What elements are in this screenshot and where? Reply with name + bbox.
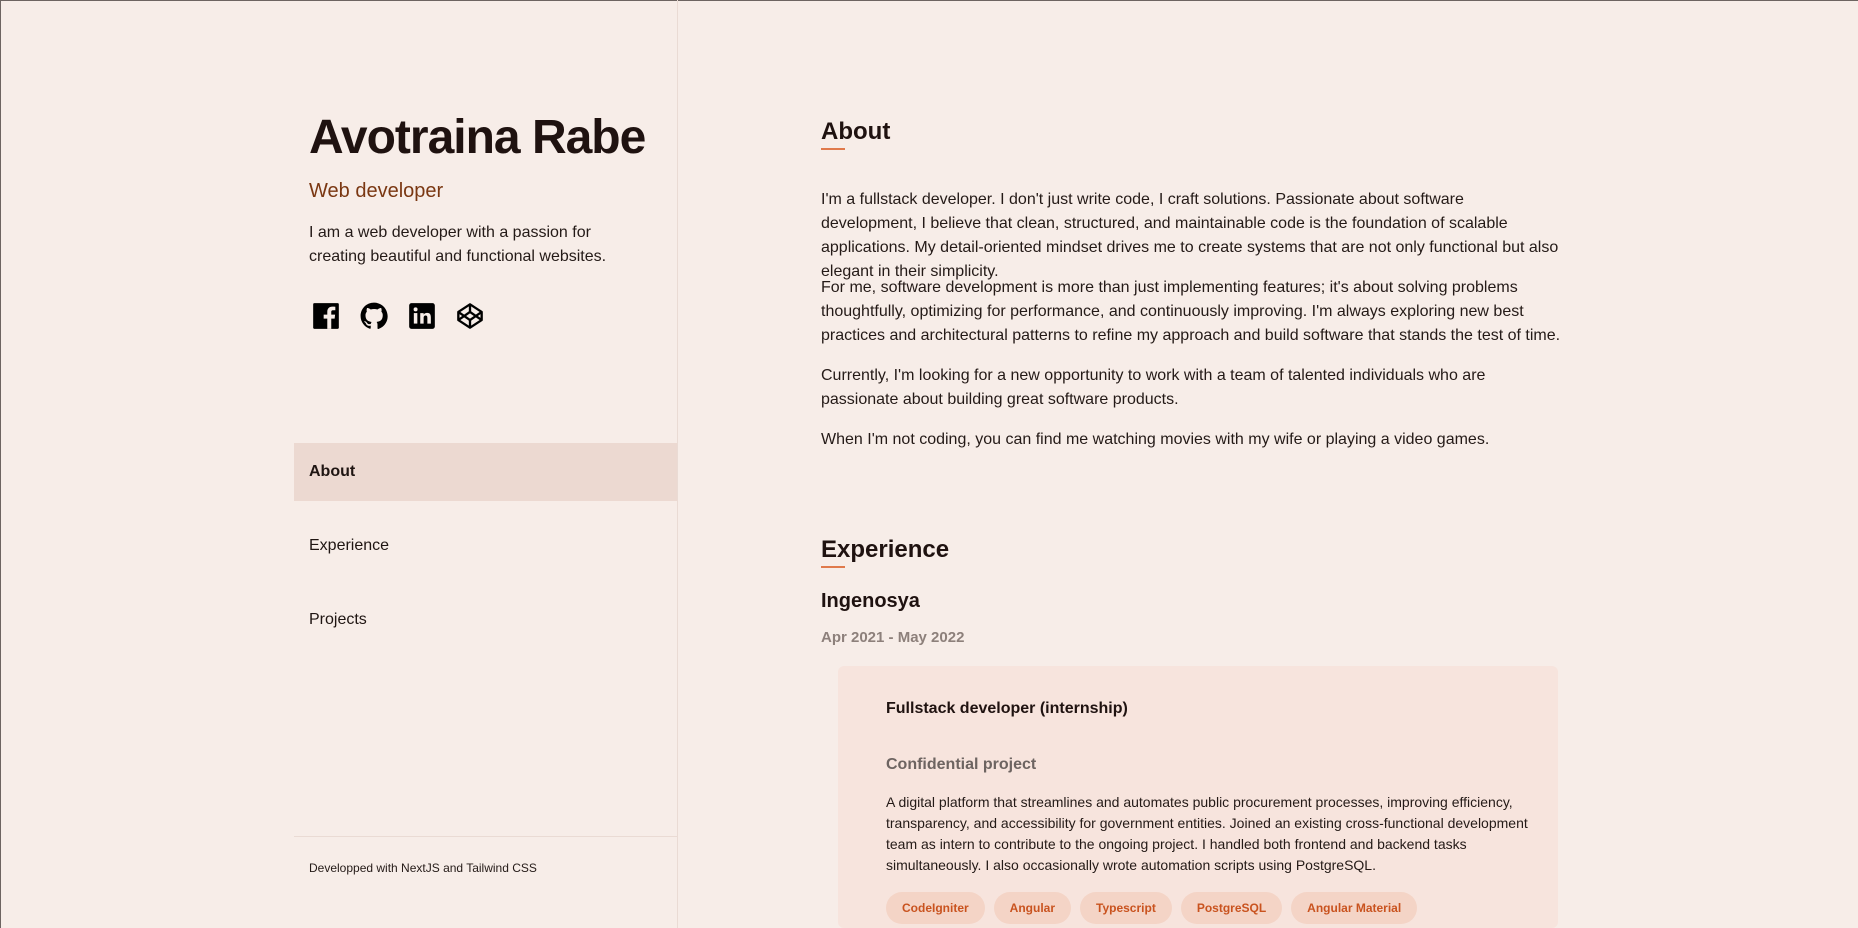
experience-title-underline <box>821 566 845 568</box>
nav-item-projects[interactable]: Projects <box>294 591 678 649</box>
nav-item-experience[interactable]: Experience <box>294 517 678 575</box>
section-nav: About Experience Projects <box>294 443 678 665</box>
project-description: A digital platform that streamlines and … <box>886 794 1528 873</box>
codepen-link[interactable] <box>456 302 484 330</box>
about-paragraph: When I'm not coding, you can find me wat… <box>821 431 1490 448</box>
employment-period: Apr 2021 - May 2022 <box>821 629 965 646</box>
tech-tag: PostgreSQL <box>1180 892 1283 924</box>
tech-tag: Typescript <box>1080 892 1172 924</box>
experience-card: Fullstack developer (internship) Confide… <box>838 666 1558 928</box>
linkedin-link[interactable] <box>408 302 436 330</box>
github-link[interactable] <box>360 302 388 330</box>
about-paragraph: I'm a fullstack developer. I don't just … <box>821 191 1559 280</box>
tech-tag: Angular Material <box>1291 892 1418 924</box>
profile-name: Avotraina Rabe <box>309 111 646 164</box>
about-title-underline <box>821 148 845 150</box>
linkedin-icon <box>409 303 435 329</box>
github-icon <box>360 302 388 329</box>
footer-credit: Developped with NextJS and Tailwind CSS <box>309 861 537 875</box>
social-links <box>312 302 484 330</box>
tech-tag: CodeIgniter <box>886 892 985 924</box>
facebook-icon <box>313 303 339 329</box>
project-title: Confidential project <box>886 756 1037 773</box>
about-title: About <box>821 118 891 145</box>
sidebar-divider <box>677 0 678 928</box>
tech-tags: CodeIgniter Angular Typescript PostgreSQ… <box>886 892 1418 924</box>
about-paragraph: Currently, I'm looking for a new opportu… <box>821 367 1486 408</box>
codepen-icon <box>457 303 483 329</box>
company-name: Ingenosya <box>821 590 920 612</box>
tech-tag: Angular <box>993 892 1072 924</box>
sidebar: Avotraina Rabe Web developer I am a web … <box>294 0 678 928</box>
profile-role: Web developer <box>309 180 444 202</box>
footer-divider <box>294 836 678 837</box>
profile-bio: I am a web developer with a passion for … <box>309 224 607 265</box>
nav-item-about[interactable]: About <box>294 443 678 501</box>
position-title: Fullstack developer (internship) <box>886 700 1128 717</box>
about-paragraph: For me, software development is more tha… <box>821 279 1561 344</box>
facebook-link[interactable] <box>312 302 340 330</box>
experience-title: Experience <box>821 536 950 563</box>
